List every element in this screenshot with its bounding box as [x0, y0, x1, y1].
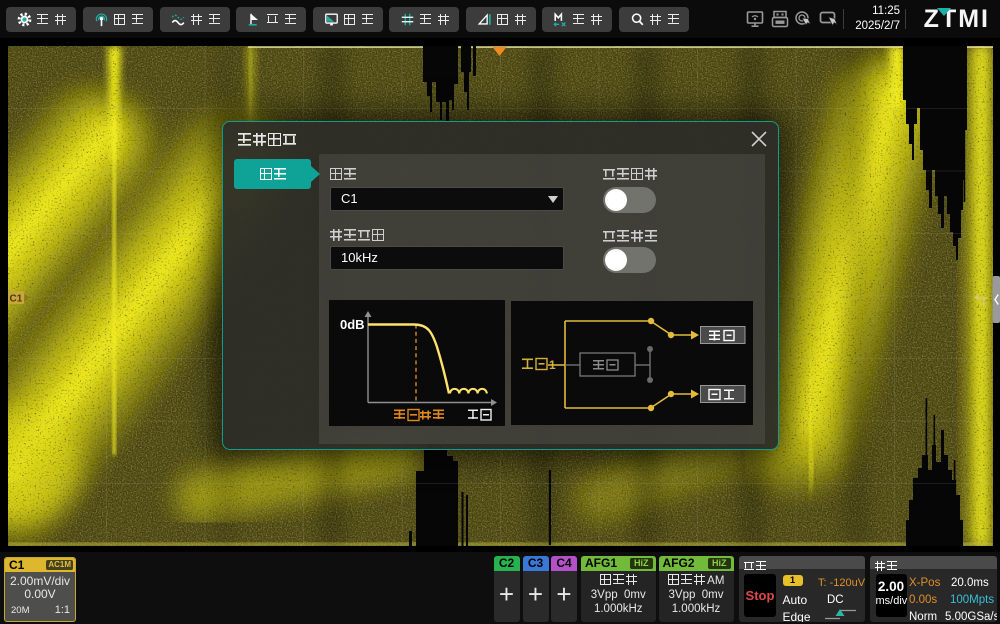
svg-text:C1: C1	[10, 294, 23, 305]
svg-text:T: T	[980, 295, 988, 309]
svg-text:0dB: 0dB	[340, 317, 365, 332]
